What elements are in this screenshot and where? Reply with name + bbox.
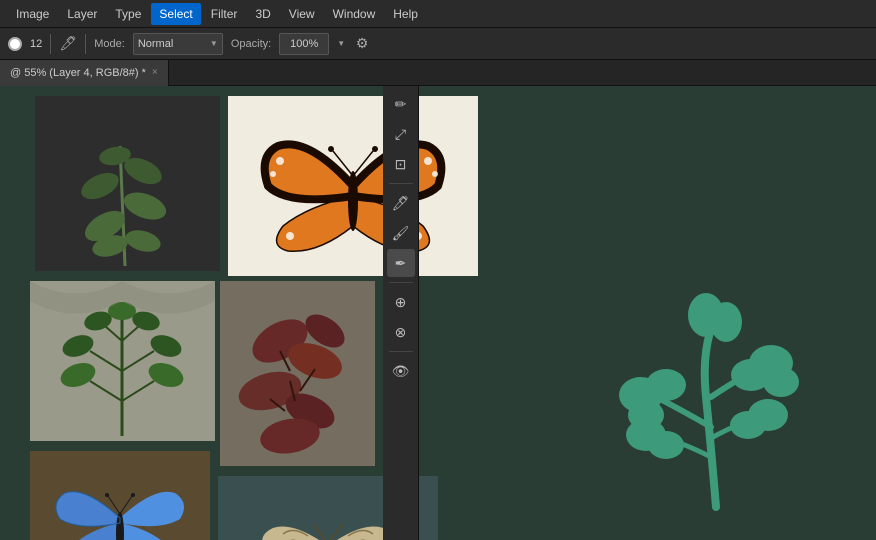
toolbar: ✏ ⤢ ⊡ 🖊 🖌 ✒ ⊕ ⊗ 👁 <box>383 86 419 540</box>
photo-leaves-red[interactable] <box>220 281 375 466</box>
divider-2 <box>85 34 86 54</box>
clone-tool-button[interactable]: ⊗ <box>387 318 415 346</box>
menu-window[interactable]: Window <box>325 3 384 25</box>
mode-dropdown[interactable]: Normal ▼ <box>133 33 223 55</box>
opacity-value[interactable]: 100% <box>279 33 329 55</box>
menu-image[interactable]: Image <box>8 3 57 25</box>
menu-filter[interactable]: Filter <box>203 3 246 25</box>
brush-mode-icon: 🖊 <box>59 35 77 53</box>
brush-preview[interactable] <box>8 37 22 51</box>
menu-bar: Image Layer Type Select Filter 3D View W… <box>0 0 876 28</box>
divider-1 <box>50 34 51 54</box>
mode-chevron-icon: ▼ <box>210 39 218 48</box>
tab-bar: @ 55% (Layer 4, RGB/8#) * × <box>0 60 876 86</box>
photo-butterfly-main[interactable] <box>228 96 478 276</box>
mode-label: Mode: <box>94 38 125 50</box>
eyedropper-tool-button[interactable]: 🖊 <box>387 189 415 217</box>
photo-plant-top[interactable] <box>35 96 220 271</box>
active-tab[interactable]: @ 55% (Layer 4, RGB/8#) * × <box>0 60 169 86</box>
tab-close-button[interactable]: × <box>152 67 158 78</box>
eye-tool-button[interactable]: 👁 <box>387 357 415 385</box>
menu-select[interactable]: Select <box>151 3 200 25</box>
tab-label: @ 55% (Layer 4, RGB/8#) * <box>10 67 146 79</box>
brush-size: 12 <box>30 38 42 50</box>
heal-tool-button[interactable]: ⊕ <box>387 288 415 316</box>
tool-separator-2 <box>389 282 413 283</box>
photo-leaves-green[interactable] <box>30 281 215 441</box>
brush2-tool-button[interactable]: ✒ <box>387 249 415 277</box>
transform-tool-button[interactable]: ⊡ <box>387 150 415 178</box>
menu-help[interactable]: Help <box>385 3 426 25</box>
canvas-area <box>0 86 876 540</box>
mode-value: Normal <box>138 38 173 50</box>
opacity-chevron-icon: ▼ <box>337 39 345 48</box>
tool-separator-1 <box>389 183 413 184</box>
menu-3d[interactable]: 3D <box>247 3 278 25</box>
photo-butterfly-blue[interactable] <box>30 451 210 540</box>
opacity-label: Opacity: <box>231 38 271 50</box>
options-bar: 12 🖊 Mode: Normal ▼ Opacity: 100% ▼ ⚙ <box>0 28 876 60</box>
menu-view[interactable]: View <box>281 3 323 25</box>
brush-tool-button[interactable]: ✏ <box>387 90 415 118</box>
tool-separator-3 <box>389 351 413 352</box>
main-canvas <box>0 86 876 540</box>
crop-tool-button[interactable]: ⤢ <box>387 120 415 148</box>
plant-illustration <box>586 267 846 520</box>
paint-tool-button[interactable]: 🖌 <box>387 219 415 247</box>
menu-layer[interactable]: Layer <box>59 3 105 25</box>
menu-type[interactable]: Type <box>107 3 149 25</box>
options-gear-icon[interactable]: ⚙ <box>353 35 371 53</box>
